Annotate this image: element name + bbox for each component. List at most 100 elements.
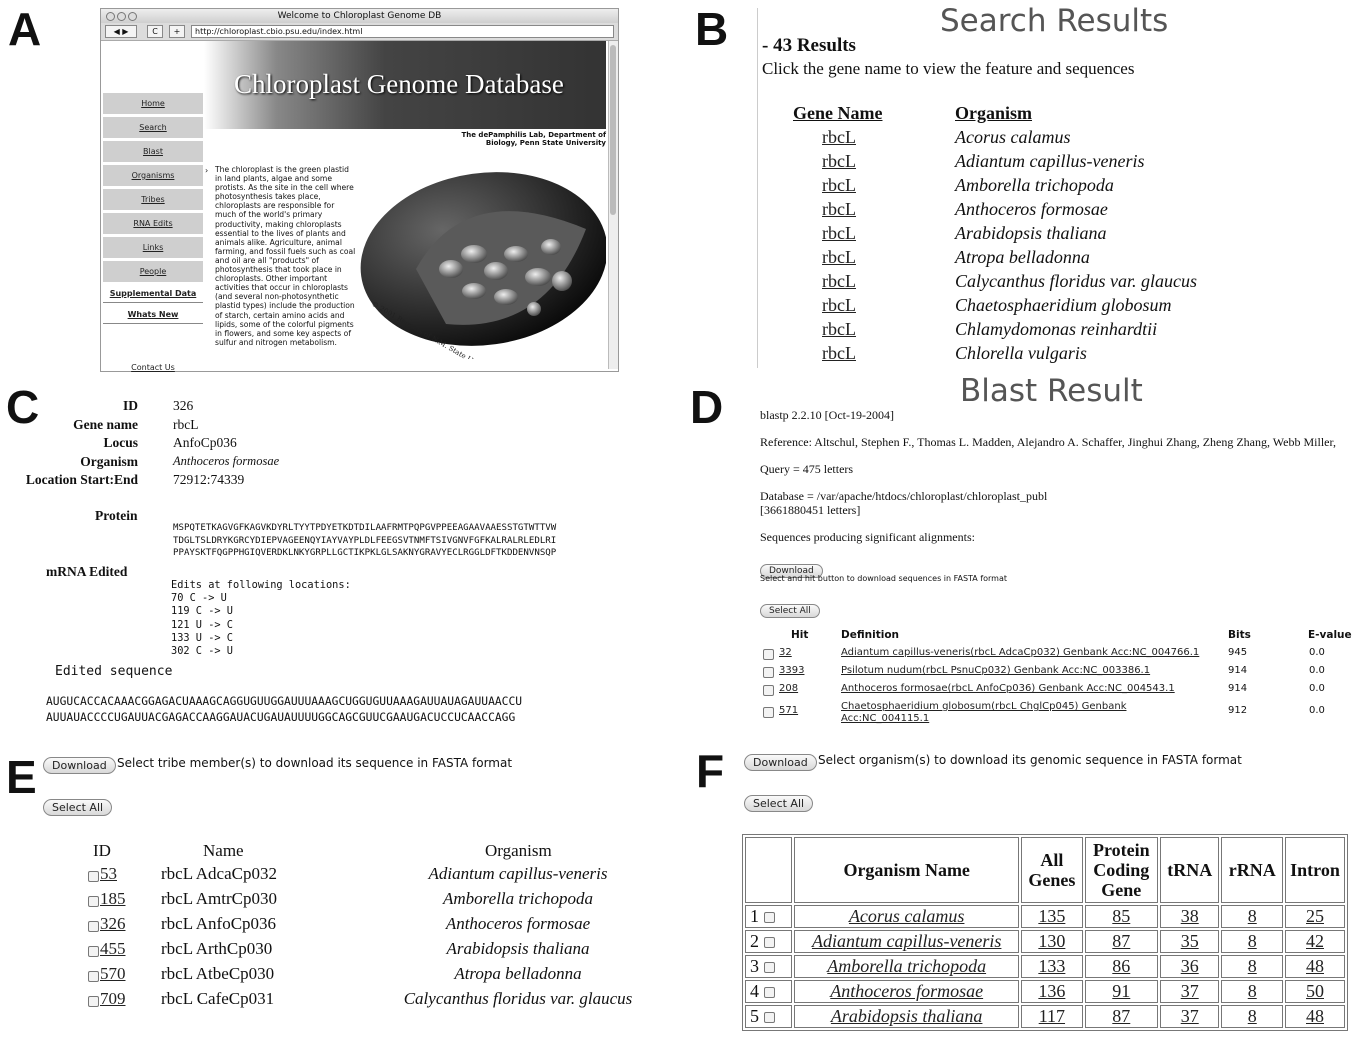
hit-checkbox[interactable] [763,649,774,660]
trna-link[interactable]: 36 [1181,956,1199,976]
member-checkbox[interactable] [88,946,99,957]
gene-link[interactable]: rbcL [822,199,856,219]
nav-supplemental-data[interactable]: Supplemental Data [110,289,197,298]
gene-link[interactable]: rbcL [822,223,856,243]
organism-link[interactable]: Acorus calamus [849,906,965,926]
rrna-link[interactable]: 8 [1248,981,1257,1001]
minimize-icon[interactable] [117,12,126,21]
pcg-link[interactable]: 85 [1112,906,1130,926]
pcg-link[interactable]: 86 [1112,956,1130,976]
hit-checkbox[interactable] [763,667,774,678]
member-id-link[interactable]: 570 [100,964,126,984]
nav-contact-us[interactable]: Contact Us [131,363,175,372]
organism-link[interactable]: Arabidopsis thaliana [831,1006,983,1026]
hit-link[interactable]: 208 [779,683,798,694]
col-gene-name: Gene Name [793,102,883,123]
select-all-button[interactable]: Select All [43,799,113,816]
rrna-link[interactable]: 8 [1248,1006,1257,1026]
back-icon[interactable]: ◀ [114,27,120,36]
all-cell: 133 [1021,955,1083,978]
nav-organisms[interactable]: Organisms [132,171,175,180]
download-button[interactable]: Download [43,757,116,774]
gene-link[interactable]: rbcL [822,295,856,315]
trna-link[interactable]: 35 [1181,931,1199,951]
trna-link[interactable]: 37 [1181,981,1199,1001]
trna-link[interactable]: 37 [1181,1006,1199,1026]
member-id-link[interactable]: 326 [100,914,126,934]
nav-search[interactable]: Search [139,123,166,132]
all-link[interactable]: 133 [1038,956,1065,976]
member-id-link[interactable]: 709 [100,989,126,1009]
nav-links[interactable]: Links [143,243,164,252]
download-button[interactable]: Download [744,754,817,771]
all-link[interactable]: 135 [1038,906,1065,926]
hit-checkbox[interactable] [763,685,774,696]
member-checkbox[interactable] [88,971,99,982]
member-id-link[interactable]: 185 [100,889,126,909]
organism-checkbox[interactable] [763,1012,775,1024]
intron-link[interactable]: 42 [1306,931,1324,951]
gene-link[interactable]: rbcL [822,175,856,195]
definition-link[interactable]: Acc:NC_004115.1 [841,713,1126,725]
member-checkbox[interactable] [88,896,99,907]
back-forward-button[interactable]: ◀ ▶ [105,25,137,38]
hit-link[interactable]: 32 [779,647,792,658]
pcg-link[interactable]: 87 [1112,931,1130,951]
gene-link[interactable]: rbcL [822,343,856,363]
nav-people[interactable]: People [140,267,167,276]
gene-link[interactable]: rbcL [822,247,856,267]
close-icon[interactable] [106,12,115,21]
nav-tribes[interactable]: Tribes [141,195,164,204]
all-link[interactable]: 136 [1038,981,1065,1001]
member-id-link[interactable]: 455 [100,939,126,959]
url-bar[interactable]: http://chloroplast.cbio.psu.edu/index.ht… [191,25,614,38]
definition-link[interactable]: Psilotum nudum(rbcL PsnuCp032) Genbank A… [841,665,1150,677]
intron-link[interactable]: 25 [1306,906,1324,926]
add-bookmark-button[interactable]: + [169,25,185,38]
organism-link[interactable]: Adiantum capillus-veneris [812,931,1001,951]
page-scrollbar[interactable] [608,41,618,369]
definition-link[interactable]: Anthoceros formosae(rbcL AnfoCp036) Genb… [841,683,1175,695]
gene-link[interactable]: rbcL [822,151,856,171]
gene-link[interactable]: rbcL [822,319,856,339]
nav-rna-edits[interactable]: RNA Edits [133,219,172,228]
col-all-genes: All Genes [1021,837,1083,903]
nav-whats-new[interactable]: Whats New [128,310,179,319]
intron-link[interactable]: 50 [1306,981,1324,1001]
hit-checkbox[interactable] [763,707,774,718]
organism-checkbox[interactable] [763,987,775,999]
organism-checkbox[interactable] [763,962,775,974]
hit-link[interactable]: 3393 [779,665,804,676]
all-link[interactable]: 117 [1039,1006,1065,1026]
rrna-link[interactable]: 8 [1248,906,1257,926]
forward-icon[interactable]: ▶ [122,27,128,36]
member-checkbox[interactable] [88,871,99,882]
nav-blast[interactable]: Blast [143,147,163,156]
intron-link[interactable]: 48 [1306,956,1324,976]
gene-link[interactable]: rbcL [822,127,856,147]
rrna-link[interactable]: 8 [1248,931,1257,951]
select-all-button[interactable]: Select All [744,795,814,812]
member-checkbox[interactable] [88,996,99,1007]
organism-link[interactable]: Amborella trichopoda [827,956,986,976]
intron-link[interactable]: 48 [1306,1006,1324,1026]
scrollbar-thumb[interactable] [610,45,616,215]
pcg-link[interactable]: 91 [1112,981,1130,1001]
organism-link[interactable]: Anthoceros formosae [830,981,983,1001]
member-checkbox[interactable] [88,921,99,932]
zoom-icon[interactable] [128,12,137,21]
definition-link[interactable]: Chaetosphaeridium globosum(rbcL ChglCp04… [841,701,1126,713]
member-id-link[interactable]: 53 [100,864,117,884]
pcg-link[interactable]: 87 [1112,1006,1130,1026]
trna-link[interactable]: 38 [1181,906,1199,926]
rrna-link[interactable]: 8 [1248,956,1257,976]
organism-checkbox[interactable] [763,912,775,924]
nav-home[interactable]: Home [141,99,165,108]
definition-link[interactable]: Adiantum capillus-veneris(rbcL AdcaCp032… [841,647,1199,659]
all-link[interactable]: 130 [1038,931,1065,951]
organism-checkbox[interactable] [763,937,775,949]
gene-link[interactable]: rbcL [822,271,856,291]
select-all-button[interactable]: Select All [760,604,820,618]
reload-button[interactable]: C [147,25,163,38]
hit-link[interactable]: 571 [779,705,798,716]
